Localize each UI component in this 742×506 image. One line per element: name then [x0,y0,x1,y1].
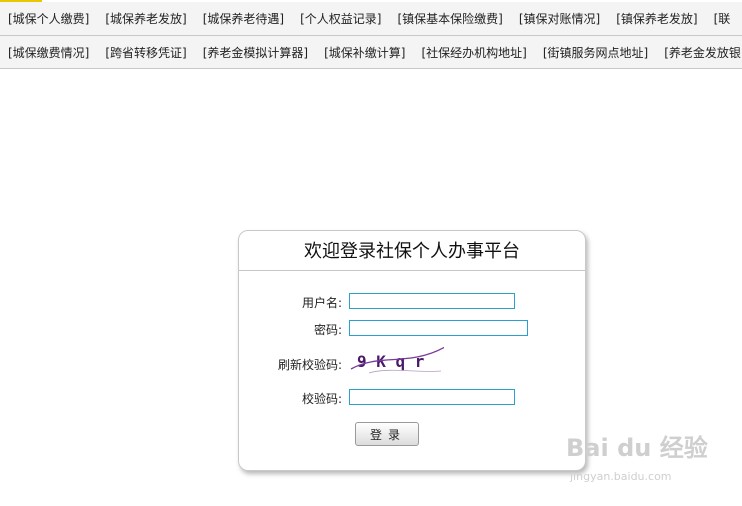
nav-link-city-supplementary-calc[interactable]: [城保补缴计算] [316,44,413,61]
nav-link-town-pension-distribution[interactable]: [镇保养老发放] [608,10,705,27]
captcha-graphic: 9 K q r [350,346,446,374]
nav-row-top: [城保个人缴费] [城保养老发放] [城保养老待遇] [个人权益记录] [镇保基… [0,2,742,36]
verify-code-input[interactable] [349,389,515,405]
nav-link-pension-calculator[interactable]: [养老金模拟计算器] [195,44,316,61]
baidu-jingyan-watermark: Bai du 经验 jingyan.baidu.com [566,424,738,490]
nav-link-street-service-points[interactable]: [街镇服务网点地址] [535,44,656,61]
nav-link-town-reconciliation[interactable]: [镇保对账情况] [511,10,608,27]
nav-link-more-truncated[interactable]: [联 [706,10,739,27]
nav-link-cross-province-transfer[interactable]: [跨省转移凭证] [97,44,194,61]
username-label: 用户名: [301,296,342,310]
nav-link-personal-rights-record[interactable]: [个人权益记录] [292,10,389,27]
captcha-text: 9 K q r [357,352,424,371]
nav-link-city-pension-benefits[interactable]: [城保养老待遇] [195,10,292,27]
login-title: 欢迎登录社保个人办事平台 [239,231,585,271]
nav-link-city-payment-status[interactable]: [城保缴费情况] [0,44,97,61]
nav-row-bottom: [城保缴费情况] [跨省转移凭证] [养老金模拟计算器] [城保补缴计算] [社… [0,36,742,69]
nav-link-pension-bank-truncated[interactable]: [养老金发放银 [656,44,742,61]
nav-link-city-pension-distribution[interactable]: [城保养老发放] [97,10,194,27]
captcha-image[interactable]: 9 K q r [349,346,446,375]
watermark-url: jingyan.baidu.com [570,470,672,483]
username-input[interactable] [349,293,515,309]
login-panel: 欢迎登录社保个人办事平台 用户名: 密码: 刷新校验码: 9 K q r 校验码… [238,230,586,471]
password-label: 密码: [313,323,342,337]
watermark-logo-text: Bai du 经验 [566,434,708,462]
password-input[interactable] [349,320,528,336]
nav-link-town-basic-insurance-payment[interactable]: [镇保基本保险缴费] [390,10,511,27]
captcha-noise-line [368,369,442,374]
login-button[interactable]: 登录 [355,422,419,446]
nav-link-social-security-offices[interactable]: [社保经办机构地址] [414,44,535,61]
nav-link-city-personal-payment[interactable]: [城保个人缴费] [0,10,97,27]
verify-code-label: 校验码: [301,392,342,406]
refresh-captcha-label[interactable]: 刷新校验码: [259,356,342,373]
